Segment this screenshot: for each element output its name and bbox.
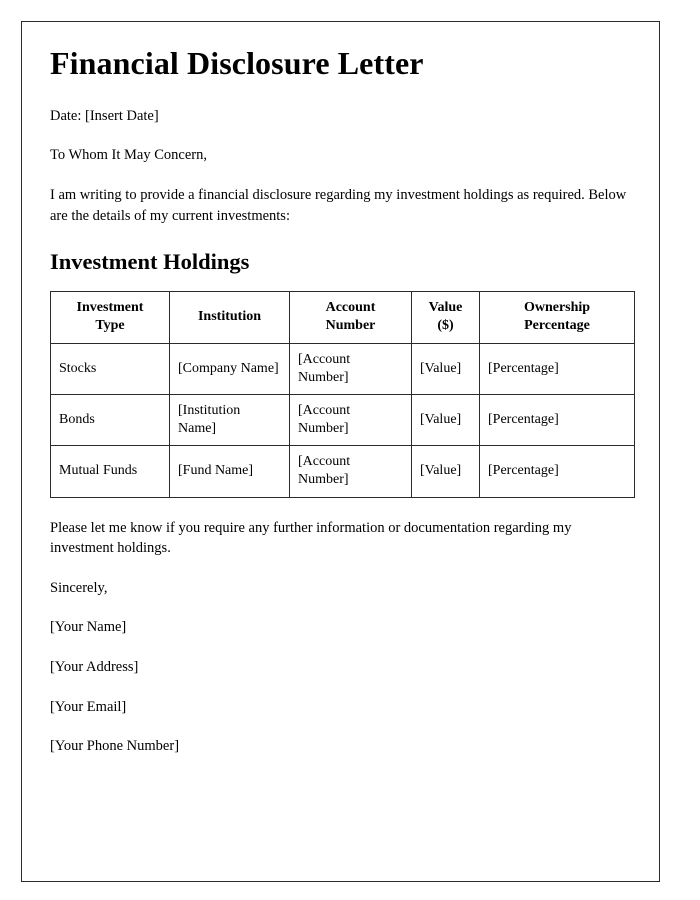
signature-address: [Your Address] — [50, 658, 139, 675]
table-header-row: Investment Type Institution Account Numb… — [50, 291, 635, 344]
page-title: Financial Disclosure Letter — [50, 45, 424, 81]
cell-value: [Value] — [411, 342, 480, 395]
column-header-institution: Institution — [169, 291, 290, 344]
signature-email: [Your Email] — [50, 698, 127, 715]
signature-phone: [Your Phone Number] — [50, 738, 180, 755]
date-line: Date: [Insert Date] — [50, 107, 159, 124]
cell-account-number: [Account Number] — [289, 445, 412, 498]
header-line: Ownership — [523, 300, 591, 316]
investment-holdings-table: Investment Type Institution Account Numb… — [50, 291, 635, 498]
cell-value: [Value] — [411, 445, 480, 498]
column-header-investment-type: Investment Type — [50, 291, 170, 344]
cell-investment-type: Bonds — [50, 393, 170, 447]
cell-ownership-percentage: [Percentage] — [479, 445, 635, 498]
cell-account-number: [Account Number] — [289, 342, 412, 395]
closing-paragraph: Please let me know if you require any fu… — [50, 519, 572, 557]
cell-investment-type: Stocks — [50, 342, 170, 395]
cell-ownership-percentage: [Percentage] — [479, 393, 635, 447]
table-row: Bonds [Institution Name] [Account Number… — [50, 393, 635, 447]
document-page: Financial Disclosure Letter Date: [Inser… — [21, 21, 660, 882]
header-line: Account — [325, 300, 376, 316]
column-header-ownership-percentage: Ownership Percentage — [479, 291, 635, 344]
cell-account-number: [Account Number] — [289, 393, 412, 447]
cell-ownership-percentage: [Percentage] — [479, 342, 635, 395]
header-line: Institution — [197, 309, 262, 325]
cell-institution: [Company Name] — [169, 342, 290, 395]
header-line: Type — [95, 318, 125, 334]
header-line: Percentage — [524, 318, 590, 334]
salutation: To Whom It May Concern, — [50, 147, 207, 164]
column-header-value: Value ($) — [411, 291, 480, 344]
section-heading-investment-holdings: Investment Holdings — [50, 249, 250, 275]
table-header: Investment Type Institution Account Numb… — [50, 291, 635, 344]
document-body: Financial Disclosure Letter Date: [Inser… — [22, 22, 659, 757]
column-header-account-number: Account Number — [289, 291, 412, 344]
cell-value: [Value] — [411, 393, 480, 447]
intro-paragraph: I am writing to provide a financial disc… — [50, 186, 627, 224]
signature-name: [Your Name] — [50, 619, 127, 636]
table-row: Mutual Funds [Fund Name] [Account Number… — [50, 445, 635, 498]
signoff: Sincerely, — [50, 579, 108, 596]
header-line: ($) — [437, 318, 454, 334]
table-row: Stocks [Company Name] [Account Number] [… — [50, 342, 635, 395]
cell-institution: [Fund Name] — [169, 445, 290, 498]
header-line: Investment — [76, 300, 144, 316]
header-line: Number — [325, 318, 376, 334]
header-line: Value — [428, 300, 463, 316]
table-body: Stocks [Company Name] [Account Number] [… — [50, 342, 635, 498]
cell-institution: [Institution Name] — [169, 393, 290, 447]
cell-investment-type: Mutual Funds — [50, 445, 170, 498]
